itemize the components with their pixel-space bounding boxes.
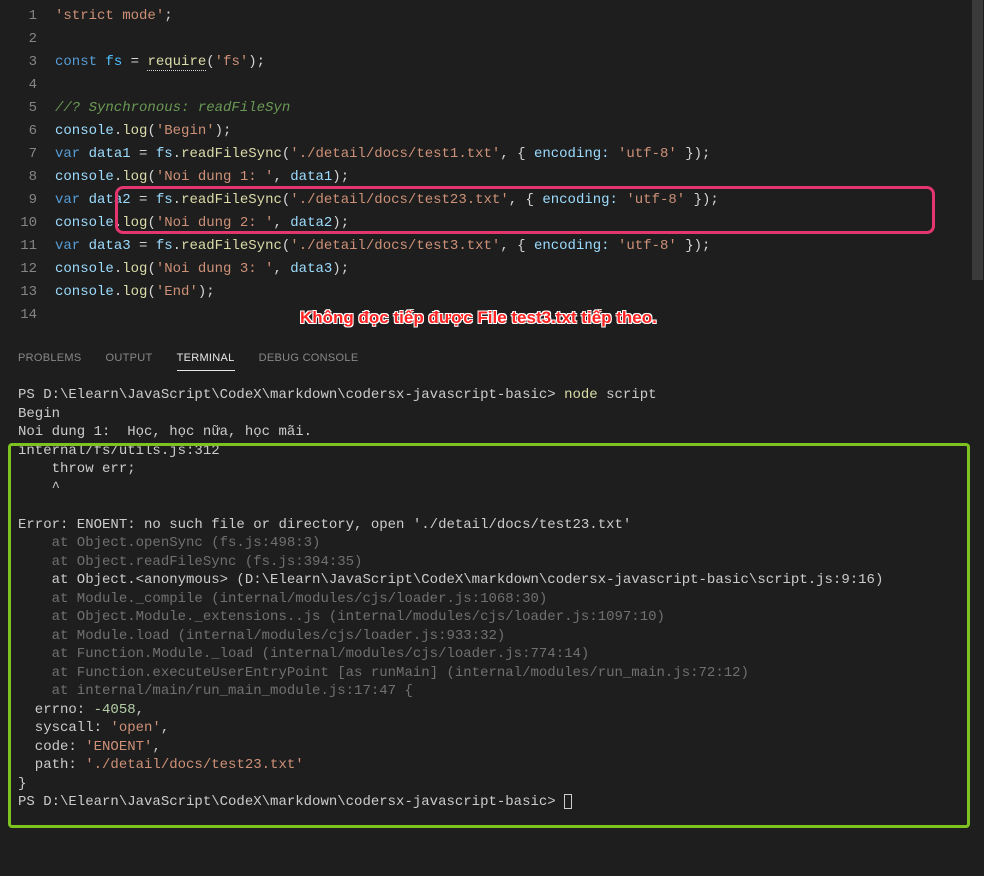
editor-scrollbar[interactable]: [972, 0, 983, 340]
line-number: 12: [0, 258, 37, 281]
terminal-line: at Function.Module._load (internal/modul…: [18, 645, 966, 664]
line-number: 1: [0, 5, 37, 28]
terminal-line: at Object.Module._extensions..js (intern…: [18, 608, 966, 627]
terminal-line: at Object.<anonymous> (D:\Elearn\JavaScr…: [18, 571, 966, 590]
code-line: console.log('Noi dung 2: ', data2);: [55, 212, 984, 235]
line-number: 6: [0, 120, 37, 143]
code-line: console.log('Noi dung 3: ', data3);: [55, 258, 984, 281]
terminal-line: Noi dung 1: Học, học nữa, học mãi.: [18, 423, 966, 442]
terminal-line: }: [18, 775, 966, 794]
line-number: 8: [0, 166, 37, 189]
terminal-line: errno: -4058,: [18, 701, 966, 720]
line-number: 10: [0, 212, 37, 235]
terminal[interactable]: PS D:\Elearn\JavaScript\CodeX\markdown\c…: [0, 374, 984, 824]
terminal-line: at Object.openSync (fs.js:498:3): [18, 534, 966, 553]
terminal-line: Begin: [18, 405, 966, 424]
terminal-line: at internal/main/run_main_module.js:17:4…: [18, 682, 966, 701]
line-number: 2: [0, 28, 37, 51]
terminal-line: ^: [18, 479, 966, 498]
line-number: 3: [0, 51, 37, 74]
terminal-line: path: './detail/docs/test23.txt': [18, 756, 966, 775]
code-line: var data3 = fs.readFileSync('./detail/do…: [55, 235, 984, 258]
terminal-line: syscall: 'open',: [18, 719, 966, 738]
tab-output[interactable]: OUTPUT: [106, 346, 153, 370]
line-number: 4: [0, 74, 37, 97]
terminal-line: at Module._compile (internal/modules/cjs…: [18, 590, 966, 609]
code-line: const fs = require('fs');: [55, 51, 984, 74]
code-line: console.log('Noi dung 1: ', data1);: [55, 166, 984, 189]
line-number: 13: [0, 281, 37, 304]
code-line: console.log('Begin');: [55, 120, 984, 143]
code-editor[interactable]: 1 2 3 4 5 6 7 8 9 10 11 12 13 14 'strict…: [0, 0, 984, 327]
line-number: 14: [0, 304, 37, 327]
terminal-line: at Object.readFileSync (fs.js:394:35): [18, 553, 966, 572]
terminal-line: [18, 497, 966, 516]
tab-debug-console[interactable]: DEBUG CONSOLE: [259, 346, 359, 370]
code-line: console.log('End');: [55, 281, 984, 304]
terminal-line: code: 'ENOENT',: [18, 738, 966, 757]
terminal-line: PS D:\Elearn\JavaScript\CodeX\markdown\c…: [18, 793, 966, 812]
panel-tabs: PROBLEMS OUTPUT TERMINAL DEBUG CONSOLE: [0, 342, 984, 374]
scrollbar-thumb[interactable]: [972, 0, 983, 280]
code-line: var data1 = fs.readFileSync('./detail/do…: [55, 143, 984, 166]
code-line: [55, 74, 984, 97]
terminal-line: internal/fs/utils.js:312: [18, 442, 966, 461]
tab-terminal[interactable]: TERMINAL: [177, 346, 235, 371]
code-content[interactable]: 'strict mode'; const fs = require('fs');…: [55, 0, 984, 327]
terminal-line: at Function.executeUserEntryPoint [as ru…: [18, 664, 966, 683]
terminal-line: Error: ENOENT: no such file or directory…: [18, 516, 966, 535]
annotation-text: Không đọc tiếp được File test3.txt tiếp …: [300, 306, 657, 329]
tab-problems[interactable]: PROBLEMS: [18, 346, 82, 370]
code-line: //? Synchronous: readFileSyn: [55, 97, 984, 120]
line-number: 9: [0, 189, 37, 212]
line-number: 11: [0, 235, 37, 258]
line-number: 7: [0, 143, 37, 166]
terminal-cursor: [564, 794, 572, 809]
terminal-line: at Module.load (internal/modules/cjs/loa…: [18, 627, 966, 646]
code-line: 'strict mode';: [55, 5, 984, 28]
code-line: var data2 = fs.readFileSync('./detail/do…: [55, 189, 984, 212]
terminal-line: throw err;: [18, 460, 966, 479]
line-gutter: 1 2 3 4 5 6 7 8 9 10 11 12 13 14: [0, 0, 55, 327]
bottom-panel: PROBLEMS OUTPUT TERMINAL DEBUG CONSOLE P…: [0, 342, 984, 824]
code-line: [55, 28, 984, 51]
terminal-line: PS D:\Elearn\JavaScript\CodeX\markdown\c…: [18, 386, 966, 405]
line-number: 5: [0, 97, 37, 120]
